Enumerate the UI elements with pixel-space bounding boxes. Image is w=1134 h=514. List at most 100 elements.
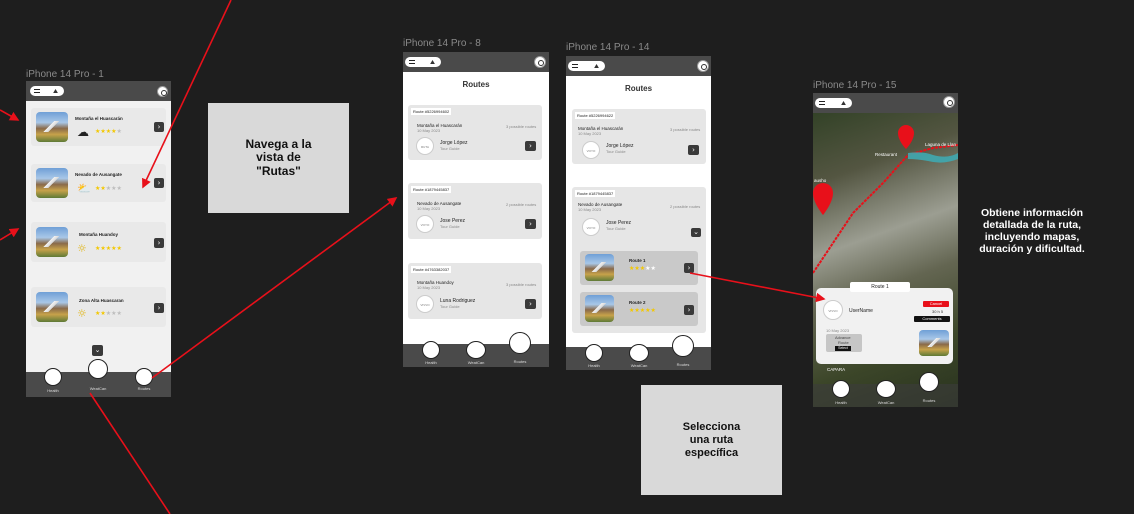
route-card[interactable]: Montaña el Huascarán ☁ ★★★★★ › [31, 108, 166, 146]
nav-weather-button[interactable] [88, 359, 108, 379]
nav-weather-button[interactable] [876, 380, 896, 398]
map-label-area: CAPARA [827, 367, 846, 372]
route-thumbnail [36, 168, 68, 198]
open-route-button[interactable]: › [154, 178, 164, 188]
expand-more-button[interactable]: ⌄ [92, 345, 103, 356]
difficulty-box: Advance Route Select [826, 334, 862, 352]
guide-avatar: RUTA [416, 137, 434, 155]
subroute-card[interactable]: Route 2 ★★★★★ › [580, 292, 698, 326]
route-count: 3 possible routes [670, 127, 701, 132]
frame-label-14: iPhone 14 Pro - 14 [566, 42, 650, 53]
menu-icon[interactable] [572, 64, 578, 68]
logo-icon: ⛰ [52, 89, 58, 95]
bottom-nav: Health WeatCan Routes [813, 372, 958, 407]
route-card[interactable]: Montaña Huandoy ☼ ★★★★★ › [31, 222, 166, 262]
open-subroute-button[interactable]: › [684, 305, 694, 315]
nav-weather-button[interactable] [629, 344, 649, 362]
nav-weather-label: WeatCan [467, 360, 485, 365]
open-route-button[interactable]: › [154, 122, 164, 132]
nav-weather-label: WeatCan [877, 400, 895, 405]
nav-routes-button[interactable] [135, 368, 153, 386]
route-group-card[interactable]: Route #4763382037 Montaña Huandoy 10 May… [408, 263, 542, 319]
menu-icon[interactable] [34, 89, 40, 93]
subroute-thumbnail [585, 254, 614, 281]
page-title: Routes [462, 80, 490, 89]
search-icon[interactable] [157, 86, 168, 97]
bottom-nav: Health WeatCan Routes [403, 332, 549, 367]
route-date: 10 May 2023 [417, 285, 441, 290]
nav-weather-button[interactable] [466, 341, 486, 359]
route-count: 3 possible routes [506, 282, 537, 287]
route-duration: 30 h 5 [932, 309, 944, 314]
phone-routes-expanded: ⛰ Routes Route #5226994622 Montaña el Hu… [566, 56, 711, 370]
top-bar: ⛰ [26, 81, 171, 101]
nav-health-label: Health [47, 388, 59, 393]
nav-health-label: Health [588, 363, 600, 368]
bottom-nav: Health WeatCan Routes [566, 335, 711, 370]
route-card[interactable]: Nevado de Ausangate ⛅ ★★★★★ › [31, 164, 166, 202]
comments-button[interactable]: Comments [914, 316, 950, 322]
map-label-restaurant: Restaurant [875, 152, 898, 157]
collapse-button[interactable]: ⌄ [691, 228, 701, 237]
nav-health-button[interactable] [585, 344, 603, 362]
guide-role: Tour Guide [440, 224, 460, 229]
open-route-button[interactable]: › [525, 299, 536, 309]
route-date: 10 May 2023 [578, 207, 602, 212]
route-group-card[interactable]: Route #1879445837 Nevado de Ausangate 10… [408, 183, 542, 239]
nav-health-label: Health [835, 400, 847, 405]
menu-logo-pill[interactable]: ⛰ [405, 57, 441, 67]
open-route-button[interactable]: › [525, 219, 536, 229]
subroute-name: Route 2 [629, 300, 646, 305]
guide-avatar: VOYO [416, 215, 434, 233]
guide-role: Tour Guide [440, 146, 460, 151]
route-group-card-expanded[interactable]: Route #1879445837 Nevado de Ausangate 10… [572, 187, 706, 333]
user-avatar: VIVVO [823, 300, 843, 320]
nav-routes-label: Routes [137, 386, 151, 391]
subroute-card[interactable]: Route 1 ★★★★★ › [580, 251, 698, 285]
guide-avatar: VOYO [582, 141, 600, 159]
route-detail-thumbnail [919, 330, 949, 356]
cancel-button[interactable]: Cancel [923, 301, 949, 307]
open-route-button[interactable]: › [525, 141, 536, 151]
open-subroute-button[interactable]: › [684, 263, 694, 273]
nav-routes-label: Routes [922, 398, 936, 403]
route-id-badge: Route #4763382037 [411, 266, 452, 273]
nav-routes-button[interactable] [509, 332, 531, 354]
rating-stars: ★★★★★ [629, 307, 656, 314]
nav-routes-label: Routes [676, 362, 690, 367]
open-route-button[interactable]: › [688, 145, 699, 155]
user-name: UserName [849, 308, 873, 314]
open-route-button[interactable]: › [154, 303, 164, 313]
nav-weather-label: WeatCan [630, 363, 648, 368]
route-count: 2 possible routes [506, 202, 537, 207]
menu-logo-pill[interactable]: ⛰ [30, 86, 64, 96]
nav-weather-label: WeatCan [89, 386, 107, 391]
route-name: Montaña el Huascarán [75, 116, 123, 121]
menu-logo-pill[interactable]: ⛰ [568, 61, 605, 71]
logo-icon: ⛰ [429, 60, 435, 66]
route-group-card[interactable]: Route #5226994622 Montaña el Huascarán 1… [572, 109, 706, 164]
annotation-navigate-text: Navega a la vista de "Rutas" [245, 136, 312, 178]
search-icon[interactable] [697, 60, 709, 72]
route-card[interactable]: Zona Alta Huascaran ☼ ★★★★★ › [31, 287, 166, 327]
select-button[interactable]: Select [835, 346, 851, 351]
arrow-to-routes [151, 197, 398, 379]
subroute-thumbnail [585, 295, 614, 322]
phone-routes-list: ⛰ Routes Route #5226994602 Montaña el Hu… [403, 52, 549, 367]
arrow-out-bottom [89, 392, 171, 514]
sun-icon: ☼ [77, 307, 87, 320]
annotation-select-text: Selecciona una ruta específica [682, 420, 741, 459]
sun-cloud-icon: ⛅ [77, 182, 91, 195]
menu-logo-pill[interactable]: ⛰ [815, 98, 852, 108]
nav-routes-button[interactable] [672, 335, 694, 357]
open-route-button[interactable]: › [154, 238, 164, 248]
nav-health-button[interactable] [422, 341, 440, 359]
menu-icon[interactable] [819, 101, 825, 105]
search-icon[interactable] [534, 56, 546, 68]
nav-routes-button[interactable] [919, 372, 939, 392]
nav-health-button[interactable] [44, 368, 62, 386]
nav-health-button[interactable] [832, 380, 850, 398]
route-group-card[interactable]: Route #5226994602 Montaña el Huascarán 1… [408, 105, 542, 160]
menu-icon[interactable] [409, 60, 415, 64]
search-icon[interactable] [943, 96, 955, 108]
